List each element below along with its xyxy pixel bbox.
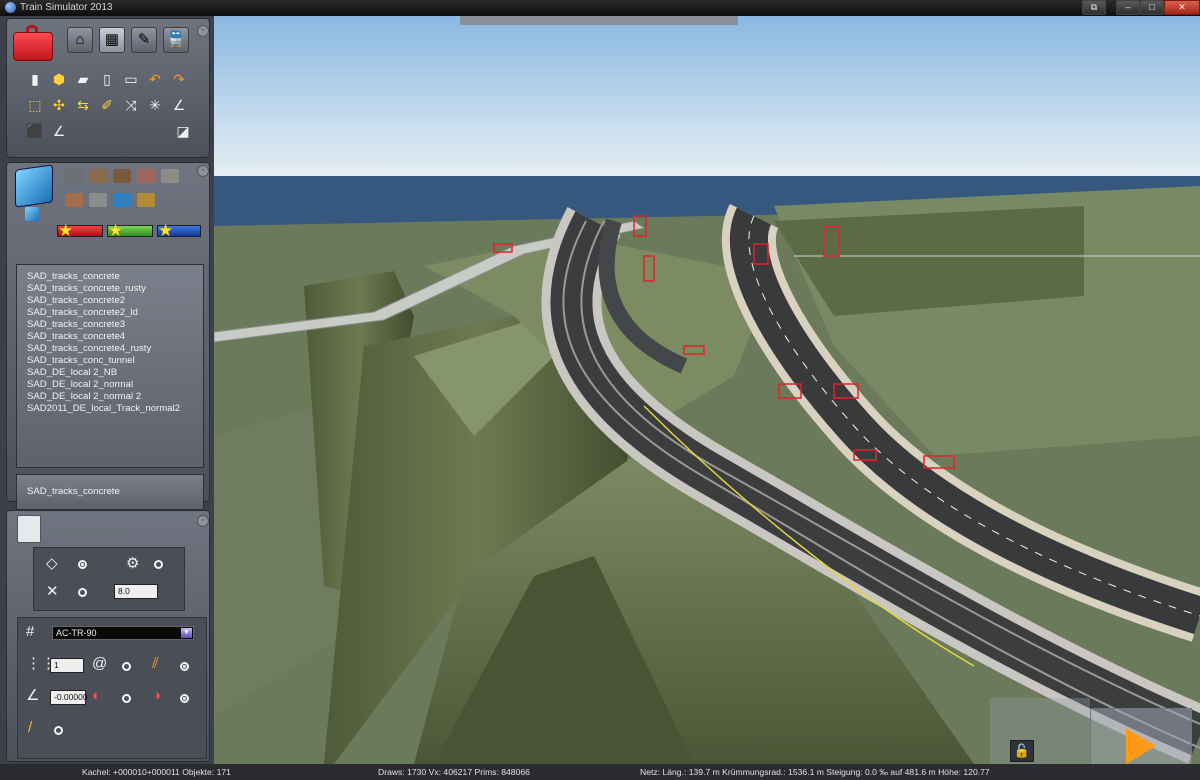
- pin-icon[interactable]: ◦: [197, 515, 209, 527]
- tools-panel: ⌂ ▦ ✎ 🚆 ◦ ▮ ⬢ ▰ ▯ ▭ ↶ ↷ ⬚ ✣ ⇆ ✐ ⤨ ✳ ∠ ⬛ …: [6, 18, 210, 158]
- list-item[interactable]: SAD_tracks_concrete_rusty: [27, 283, 203, 295]
- track-rule-icon: #: [26, 623, 35, 640]
- bend-radio[interactable]: [122, 694, 131, 703]
- pin-icon[interactable]: ◦: [197, 25, 209, 37]
- category-misc-icon[interactable]: [137, 193, 155, 207]
- junction-icon[interactable]: ⤨: [121, 95, 141, 115]
- list-item[interactable]: SAD_DE_local 2_NB: [27, 367, 203, 379]
- pin-icon[interactable]: ◦: [197, 165, 209, 177]
- list-item[interactable]: SAD_DE_local 2_normal 2: [27, 391, 203, 403]
- list-item[interactable]: SAD_tracks_concrete: [27, 271, 203, 283]
- status-tile: Kachel: +000010+000011 Objekte: 171: [82, 767, 231, 777]
- junction-radio[interactable]: [180, 694, 189, 703]
- brush-icon[interactable]: ✎: [131, 27, 157, 53]
- category-water-icon[interactable]: [113, 193, 131, 207]
- spiral-icon: @: [92, 655, 108, 672]
- tool-copy-icon[interactable]: ▮: [25, 69, 45, 89]
- status-net: Netz: Läng.: 139.7 m Krümmungsrad.: 1536…: [640, 767, 990, 777]
- height-section: ◇ ⚙ ✕ 8.0: [33, 547, 185, 611]
- editor-side-panel: ⌂ ▦ ✎ 🚆 ◦ ▮ ⬢ ▰ ▯ ▭ ↶ ↷ ⬚ ✣ ⇆ ✐ ⤨ ✳ ∠ ⬛ …: [0, 16, 214, 764]
- train-icon[interactable]: 🚆: [163, 27, 189, 53]
- undo-icon[interactable]: ↶: [145, 69, 165, 89]
- select-icon[interactable]: ⬚: [25, 95, 45, 115]
- crossing-icon: ✕: [46, 583, 59, 600]
- viewport-drag-handle[interactable]: [460, 16, 738, 25]
- height-mode-radio[interactable]: [78, 560, 87, 569]
- toolbox-icon[interactable]: [11, 25, 53, 61]
- camera-icon[interactable]: ◪: [173, 121, 193, 141]
- tool-snap-icon[interactable]: ▭: [121, 69, 141, 89]
- small-cube-icon[interactable]: [25, 207, 39, 221]
- window-extra-button[interactable]: ⧉: [1082, 0, 1106, 15]
- properties-clipboard-icon[interactable]: [17, 515, 41, 543]
- scene-render: [214, 16, 1200, 764]
- category-track3-icon[interactable]: [113, 169, 131, 183]
- asset-list[interactable]: SAD_tracks_concrete SAD_tracks_concrete_…: [16, 264, 204, 468]
- category-tunnel-icon[interactable]: [89, 193, 107, 207]
- filter-blue-star[interactable]: ★: [157, 222, 201, 240]
- gear-icon: ⚙: [126, 555, 140, 572]
- track-rule-select[interactable]: AC-TR-90 ▼: [52, 626, 194, 640]
- pole-radio[interactable]: [54, 726, 63, 735]
- category-buildings-icon[interactable]: [137, 169, 155, 183]
- play-icon[interactable]: [1126, 728, 1156, 764]
- track-rule-section: # AC-TR-90 ▼ ⋮⋮ 1 @ ⫽ ∠ -0.00000 ◐ ◑ /: [17, 617, 207, 759]
- minimize-button[interactable]: –: [1116, 0, 1140, 15]
- gradient-icon: ∠: [26, 687, 40, 704]
- home-icon[interactable]: ⌂: [67, 27, 93, 53]
- height-mode-icon: ◇: [46, 555, 58, 572]
- rotate-icon[interactable]: ✣: [49, 95, 69, 115]
- pole-icon: /: [28, 719, 33, 736]
- lock-icon[interactable]: 🔓: [1010, 740, 1034, 762]
- junction-bend-icon: ◑: [152, 687, 162, 704]
- group-icon[interactable]: ⬛: [25, 121, 45, 141]
- list-item[interactable]: SAD_tracks_concrete3: [27, 319, 203, 331]
- gradient-input[interactable]: -0.00000: [50, 690, 88, 705]
- list-item[interactable]: SAD_tracks_concrete4_rusty: [27, 343, 203, 355]
- crossing-radio[interactable]: [78, 588, 87, 597]
- category-bridge-icon[interactable]: [65, 193, 83, 207]
- title-bar: Train Simulator 2013 ⧉ – □ ✕: [0, 0, 1200, 16]
- measure-icon[interactable]: ∠: [49, 121, 69, 141]
- selected-asset: SAD_tracks_concrete: [16, 474, 204, 510]
- maximize-button[interactable]: □: [1140, 0, 1164, 15]
- list-item[interactable]: SAD2011_DE_local_Track_normal2: [27, 403, 203, 415]
- status-bar: Kachel: +000010+000011 Objekte: 171 Draw…: [0, 764, 1200, 780]
- category-road-icon[interactable]: [161, 169, 179, 183]
- list-item[interactable]: SAD_tracks_concrete4: [27, 331, 203, 343]
- smooth-radio[interactable]: [154, 560, 163, 569]
- chevron-down-icon[interactable]: ▼: [181, 628, 192, 638]
- app-icon: [5, 2, 16, 13]
- filter-red-star[interactable]: ★: [57, 222, 103, 240]
- track-icon[interactable]: ▦: [99, 27, 125, 53]
- edit-icon[interactable]: ✐: [97, 95, 117, 115]
- switch-radio[interactable]: [180, 662, 189, 671]
- status-draws: Draws: 1730 Vx: 406217 Prims: 848066: [378, 767, 530, 777]
- window-title: Train Simulator 2013: [20, 2, 113, 13]
- tool-delete-icon[interactable]: ▯: [97, 69, 117, 89]
- list-item[interactable]: SAD_tracks_concrete2_ld: [27, 307, 203, 319]
- segment-input[interactable]: 1: [50, 658, 84, 673]
- bend-icon: ◐: [92, 687, 102, 704]
- list-item[interactable]: SAD_tracks_conc_tunnel: [27, 355, 203, 367]
- tool-paste-icon[interactable]: ⬢: [49, 69, 69, 89]
- angle-icon[interactable]: ∠: [169, 95, 189, 115]
- list-item[interactable]: SAD_tracks_concrete2: [27, 295, 203, 307]
- redo-icon[interactable]: ↷: [169, 69, 189, 89]
- switch-icon: ⫽: [152, 655, 159, 672]
- asset-cube-icon[interactable]: [15, 164, 53, 208]
- list-item[interactable]: SAD_DE_local 2_normal: [27, 379, 203, 391]
- lock-area: [990, 698, 1090, 764]
- filter-green-star[interactable]: ★: [107, 222, 153, 240]
- explode-icon[interactable]: ✳: [145, 95, 165, 115]
- properties-panel: ◦ ◇ ⚙ ✕ 8.0 # AC-TR-90 ▼ ⋮⋮ 1 @ ⫽ ∠ -0.0…: [6, 510, 210, 762]
- category-track-icon[interactable]: [65, 169, 83, 183]
- align-icon[interactable]: ⇆: [73, 95, 93, 115]
- close-button[interactable]: ✕: [1164, 0, 1200, 15]
- world-viewport[interactable]: [214, 16, 1200, 764]
- height-input[interactable]: 8.0: [114, 584, 158, 599]
- tool-move-icon[interactable]: ▰: [73, 69, 93, 89]
- spiral-radio[interactable]: [122, 662, 131, 671]
- category-track2-icon[interactable]: [89, 169, 107, 183]
